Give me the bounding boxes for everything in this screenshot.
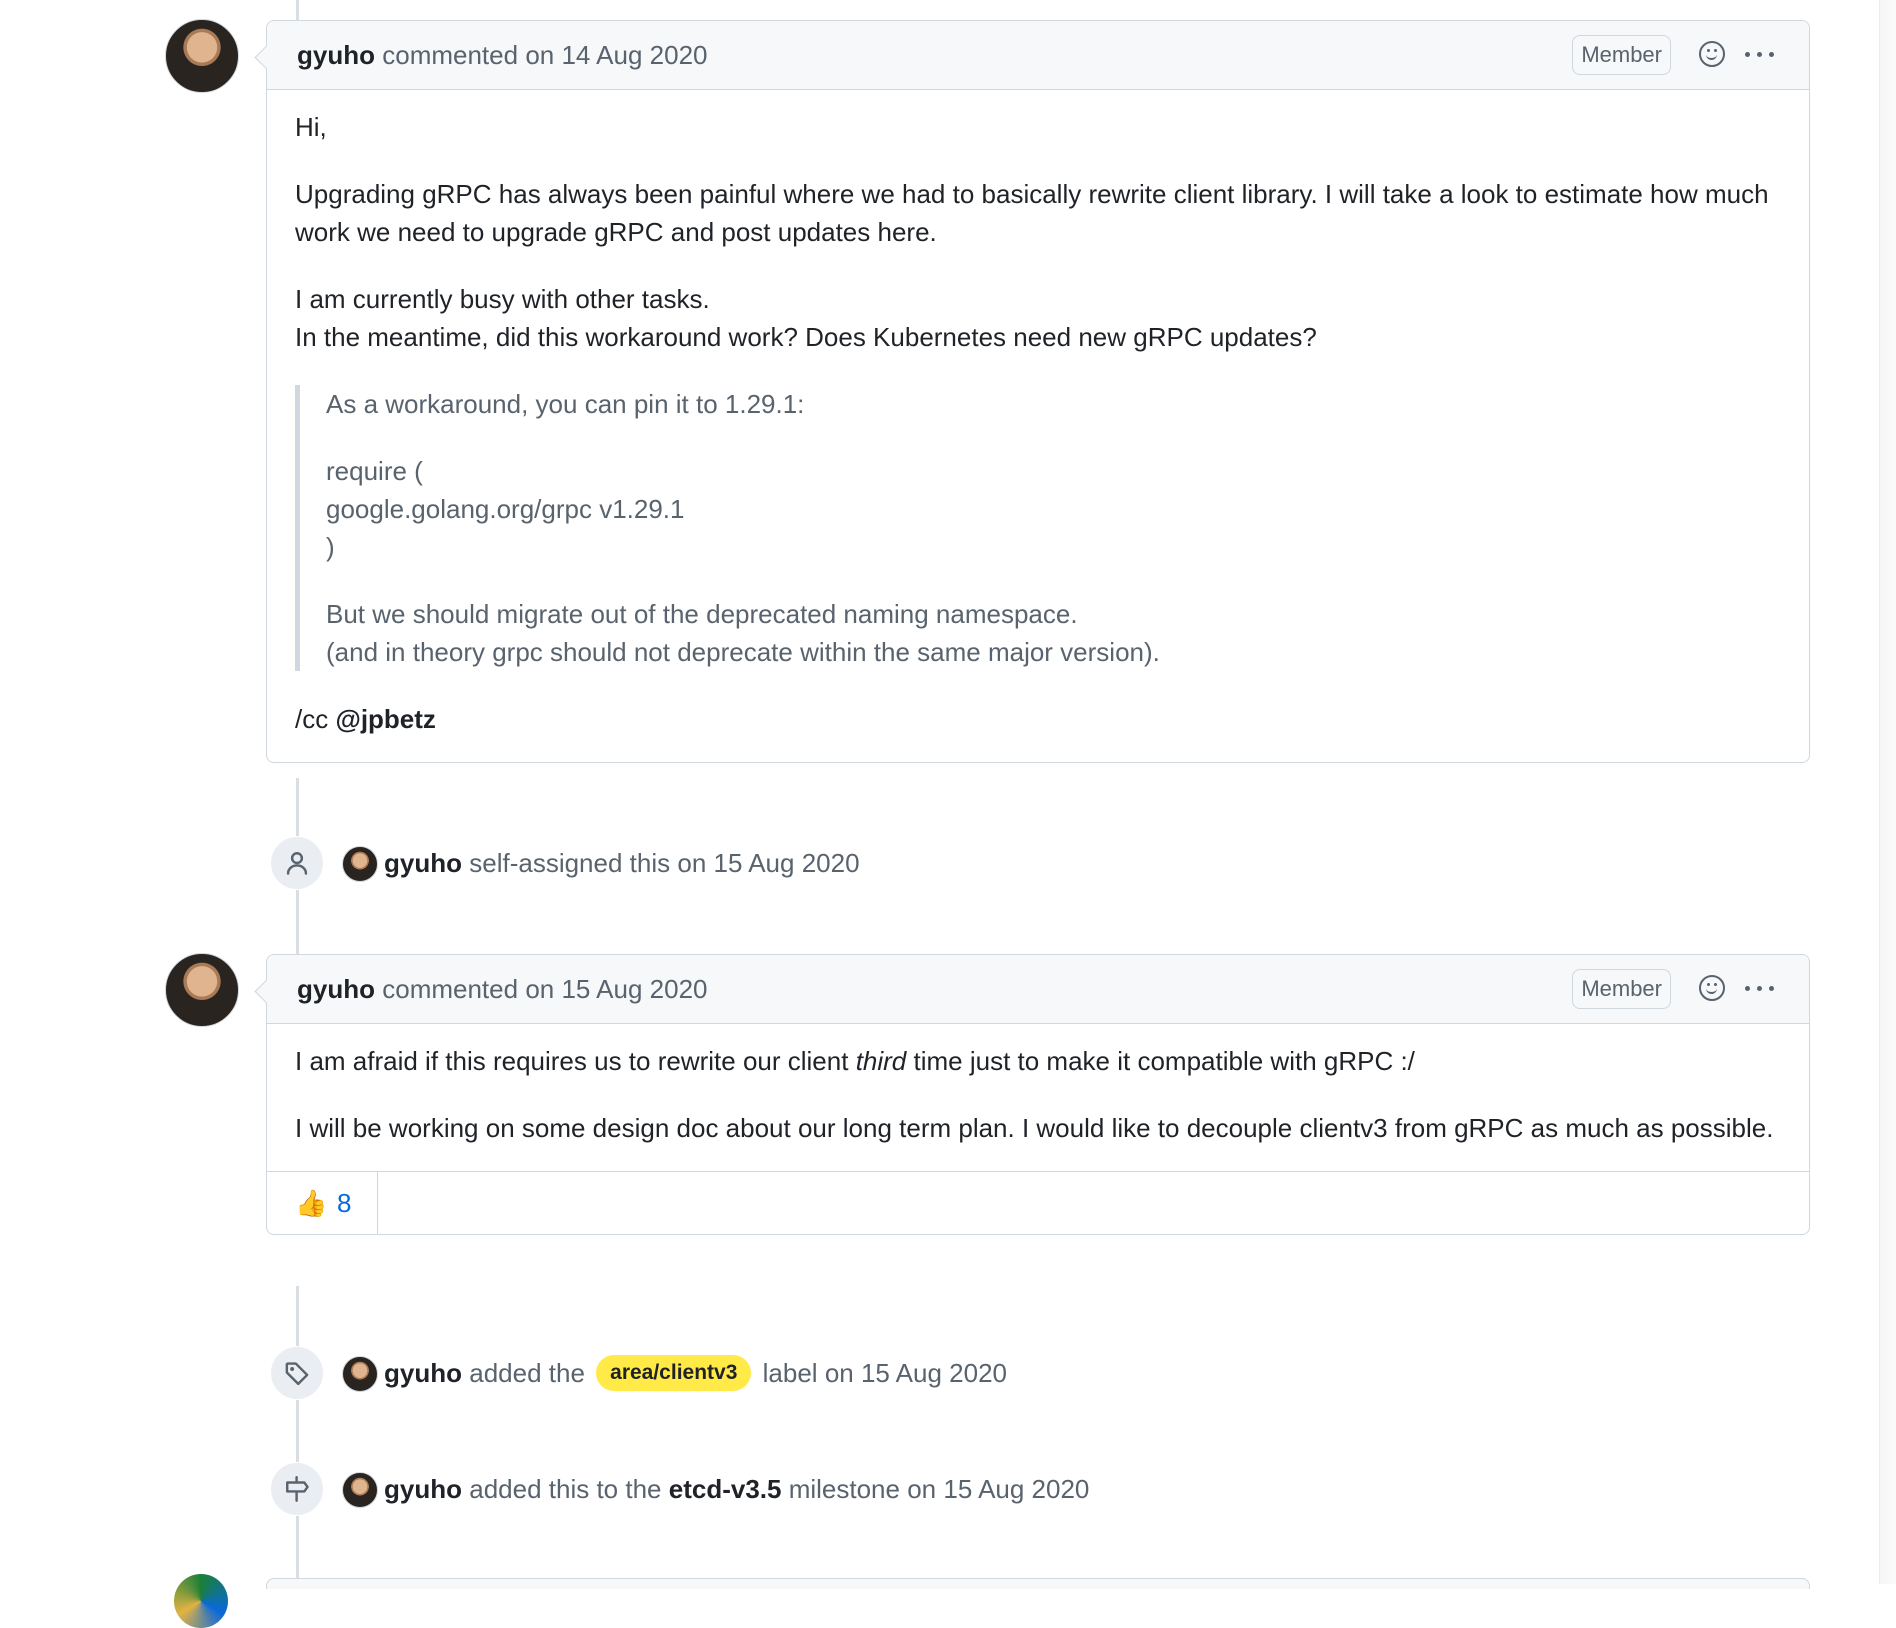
person-icon <box>286 852 308 875</box>
comment-timestamp[interactable]: on 15 Aug 2020 <box>525 974 707 1004</box>
comment-timestamp[interactable]: on 14 Aug 2020 <box>525 40 707 70</box>
comment-paragraph: I am currently busy with other tasks. In… <box>295 280 1779 356</box>
quote-line: require ( <box>326 456 423 486</box>
event-text: gyuho added this to the etcd-v3.5 milest… <box>384 1462 1089 1516</box>
comment-text: time just to make it compatible with gRP… <box>913 1046 1415 1076</box>
event-actor-link[interactable]: gyuho <box>384 1474 462 1504</box>
event-description: added this to the <box>469 1474 662 1504</box>
add-reaction-icon[interactable] <box>1699 41 1725 67</box>
thumbs-up-icon: 👍 <box>295 1188 328 1218</box>
milestone-link[interactable]: etcd-v3.5 <box>669 1474 782 1504</box>
avatar[interactable] <box>165 953 239 1027</box>
add-reaction-icon[interactable] <box>1699 975 1725 1001</box>
milestone-icon <box>286 1476 309 1502</box>
comment-paragraph: Hi, <box>295 112 327 142</box>
user-avatar-icon <box>166 954 238 1026</box>
kebab-menu-icon[interactable] <box>1743 975 1777 1001</box>
user-mention-link[interactable]: @jpbetz <box>335 704 435 734</box>
event-timestamp[interactable]: on 15 Aug 2020 <box>825 1358 1007 1388</box>
comment-text: I am afraid if this requires us to rewri… <box>295 1046 849 1076</box>
kebab-menu-icon[interactable] <box>1743 41 1777 67</box>
comment-paragraph: I am afraid if this requires us to rewri… <box>295 1042 1779 1080</box>
event-badge <box>270 836 324 890</box>
event-timestamp[interactable]: on 15 Aug 2020 <box>677 848 859 878</box>
quote-line: (and in theory grpc should not deprecate… <box>326 637 1160 667</box>
timeline-line <box>296 0 299 20</box>
comment-paragraph: Upgrading gRPC has always been painful w… <box>295 179 1769 247</box>
event-text: gyuho added the area/clientv3 label on 1… <box>384 1346 1007 1400</box>
thumbs-up-reaction-button[interactable]: 👍 8 <box>267 1172 378 1234</box>
member-badge: Member <box>1572 35 1671 75</box>
quote-line: ) <box>326 532 335 562</box>
event-badge <box>270 1346 324 1400</box>
event-description: milestone <box>788 1474 900 1504</box>
comment-author[interactable]: gyuho <box>297 40 375 70</box>
comment-body: I am afraid if this requires us to rewri… <box>267 1024 1809 1171</box>
comment-header: gyuho commented on 14 Aug 2020 Member <box>267 21 1809 90</box>
comment: gyuho commented on 14 Aug 2020 Member Hi… <box>254 20 1810 763</box>
timeline-line <box>296 1286 299 1584</box>
comment-line: I am currently busy with other tasks. <box>295 284 710 314</box>
comment-paragraph: I will be working on some design doc abo… <box>295 1113 1774 1143</box>
blockquote: As a workaround, you can pin it to 1.29.… <box>295 385 1779 671</box>
cc-prefix: /cc <box>295 704 329 734</box>
reactions-bar: 👍 8 <box>267 1171 1809 1234</box>
avatar[interactable] <box>174 1574 228 1628</box>
event-description: self-assigned this <box>469 848 671 878</box>
tag-icon <box>285 1362 309 1386</box>
issue-label-pill[interactable]: area/clientv3 <box>596 1355 752 1392</box>
quote-line: google.golang.org/grpc v1.29.1 <box>326 494 685 524</box>
event-badge <box>270 1462 324 1516</box>
comment-action: commented <box>382 40 519 70</box>
comment-paragraph: /cc @jpbetz <box>295 700 1779 738</box>
event-text: gyuho self-assigned this on 15 Aug 2020 <box>384 836 860 890</box>
event-description: added the <box>469 1358 585 1388</box>
reaction-count: 8 <box>337 1188 352 1218</box>
quote-line: But we should migrate out of the depreca… <box>326 599 1078 629</box>
emphasized-text: third <box>855 1046 907 1076</box>
comment-body: Hi, Upgrading gRPC has always been painf… <box>267 90 1809 762</box>
event-actor-link[interactable]: gyuho <box>384 848 462 878</box>
comment-header: gyuho commented on 15 Aug 2020 Member <box>267 955 1809 1024</box>
avatar[interactable] <box>342 1356 378 1392</box>
avatar[interactable] <box>165 19 239 93</box>
comment: gyuho commented on 15 Aug 2020 Member I … <box>254 954 1810 1235</box>
event-actor-link[interactable]: gyuho <box>384 1358 462 1388</box>
comment-line: In the meantime, did this workaround wor… <box>295 322 1317 352</box>
member-badge: Member <box>1572 969 1671 1009</box>
avatar[interactable] <box>342 846 378 882</box>
quote-paragraph: But we should migrate out of the depreca… <box>326 595 1779 671</box>
comment-action: commented <box>382 974 519 1004</box>
quote-paragraph: require ( google.golang.org/grpc v1.29.1… <box>326 452 1779 566</box>
event-timestamp[interactable]: on 15 Aug 2020 <box>907 1474 1089 1504</box>
user-avatar-icon <box>166 20 238 92</box>
quote-paragraph: As a workaround, you can pin it to 1.29.… <box>326 389 805 419</box>
scrollbar[interactable] <box>1879 0 1896 1584</box>
avatar[interactable] <box>342 1472 378 1508</box>
event-description: label <box>762 1358 818 1388</box>
comment-author[interactable]: gyuho <box>297 974 375 1004</box>
